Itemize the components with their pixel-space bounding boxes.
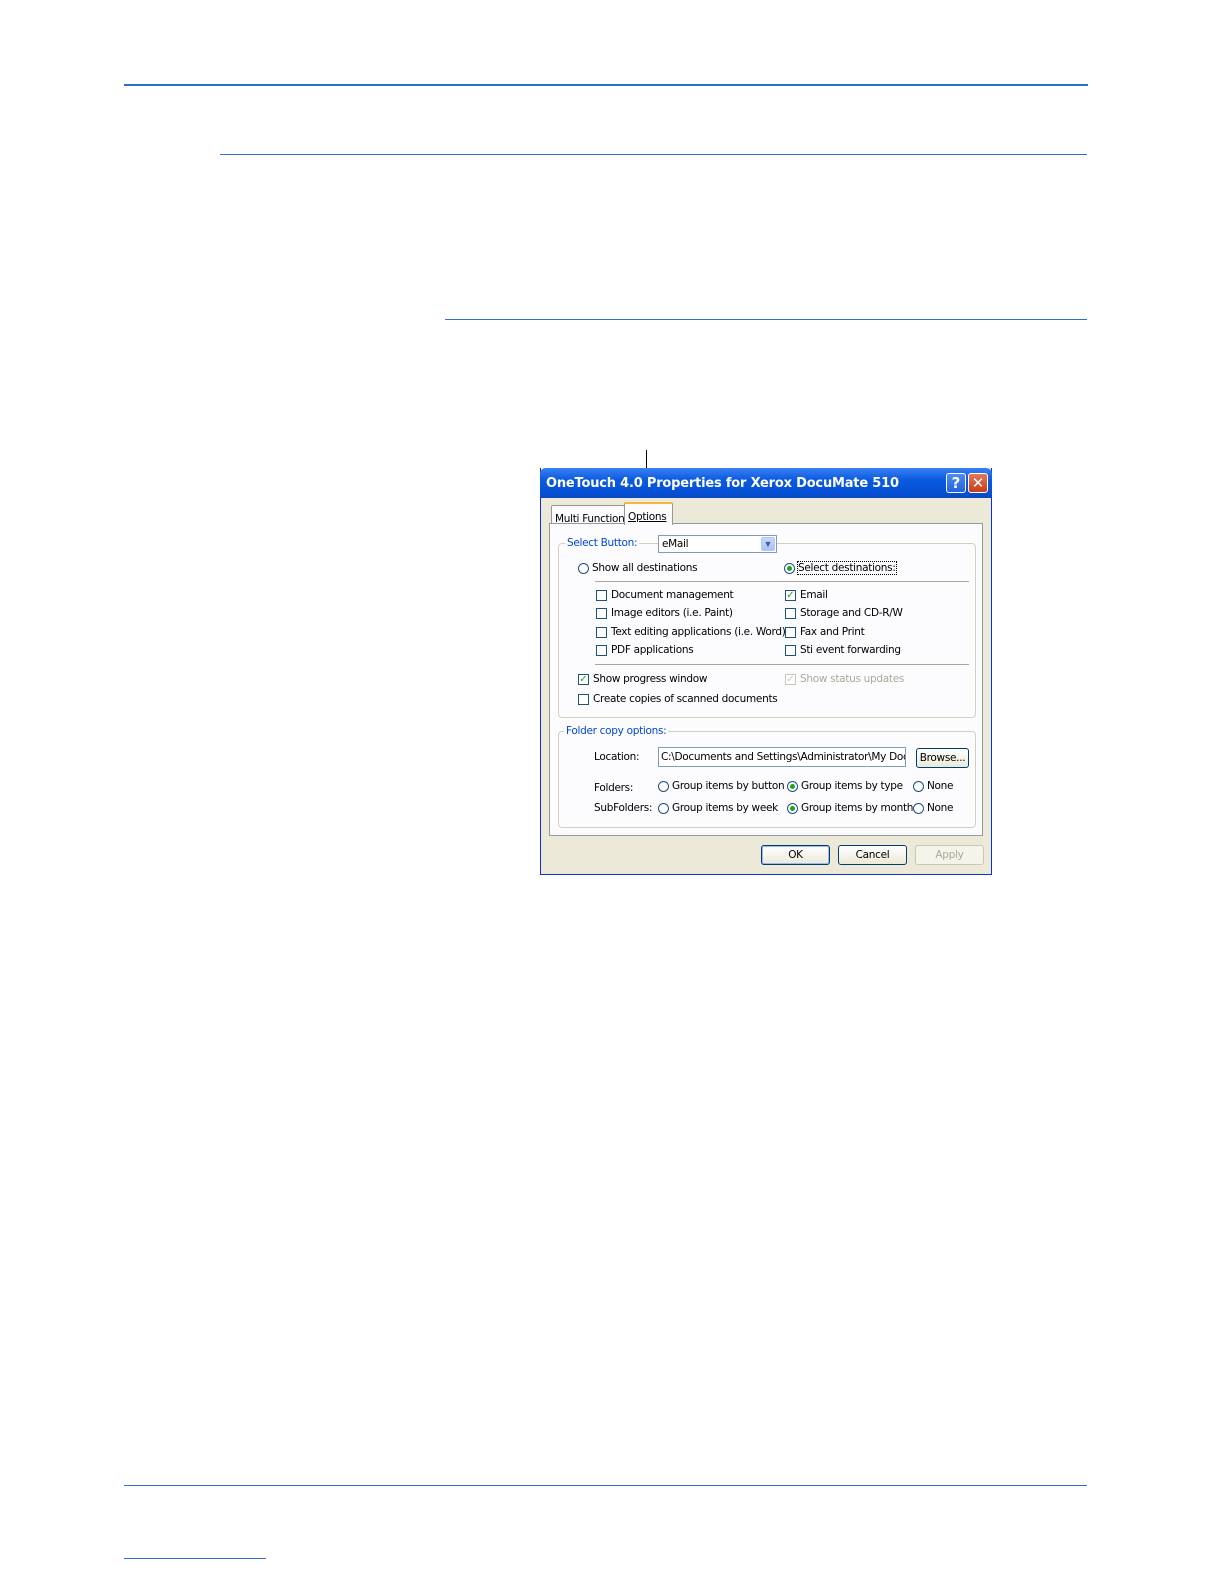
document-management-label[interactable]: Document management: [611, 589, 734, 601]
create-copies-label[interactable]: Create copies of scanned documents: [593, 693, 778, 705]
create-copies-checkbox[interactable]: [578, 694, 589, 705]
subfolders-by-month-radio[interactable]: [787, 803, 798, 814]
sti-forwarding-label[interactable]: Sti event forwarding: [800, 644, 901, 656]
properties-dialog: OneTouch 4.0 Properties for Xerox DocuMa…: [540, 468, 992, 875]
subfolders-none-label[interactable]: None: [927, 802, 954, 814]
subfolders-by-month-label[interactable]: Group items by month: [801, 802, 913, 814]
email-label[interactable]: Email: [800, 589, 828, 601]
chevron-down-icon[interactable]: ▼: [761, 537, 775, 551]
tab-options[interactable]: Options: [624, 502, 673, 525]
subfolders-by-week-label[interactable]: Group items by week: [672, 802, 778, 814]
pdf-applications-label[interactable]: PDF applications: [611, 644, 694, 656]
folders-none-label[interactable]: None: [927, 780, 954, 792]
sti-forwarding-checkbox[interactable]: [785, 645, 796, 656]
show-progress-checkbox[interactable]: ✓: [578, 674, 589, 685]
show-status-checkbox: ✓: [785, 674, 796, 685]
fax-print-checkbox[interactable]: [785, 627, 796, 638]
help-icon[interactable]: ?: [946, 473, 966, 493]
browse-button[interactable]: Browse...: [916, 748, 969, 768]
destinations-separator: [595, 581, 969, 582]
pdf-applications-checkbox[interactable]: [596, 645, 607, 656]
footer-rule: [124, 1485, 1087, 1486]
tab-label: Options: [628, 511, 667, 523]
show-all-destinations-label[interactable]: Show all destinations: [592, 562, 698, 574]
location-value: C:\Documents and Settings\Administrator\…: [661, 751, 905, 763]
storage-checkbox[interactable]: [785, 608, 796, 619]
tab-multi-function[interactable]: Multi Function: [551, 505, 625, 525]
select-button-value: eMail: [662, 538, 689, 550]
storage-label[interactable]: Storage and CD-R/W: [800, 607, 903, 619]
show-all-destinations-radio[interactable]: [578, 563, 589, 574]
dialog-title: OneTouch 4.0 Properties for Xerox DocuMa…: [546, 476, 899, 491]
ok-button[interactable]: OK: [761, 845, 830, 865]
show-progress-label[interactable]: Show progress window: [593, 673, 707, 685]
folders-label: Folders:: [594, 782, 634, 794]
text-editing-label[interactable]: Text editing applications (i.e. Word): [611, 626, 786, 638]
section-rule: [220, 154, 1087, 155]
cancel-button[interactable]: Cancel: [838, 845, 907, 865]
image-editors-label[interactable]: Image editors (i.e. Paint): [611, 607, 733, 619]
folder-copy-legend: Folder copy options:: [564, 725, 669, 737]
folders-by-button-label[interactable]: Group items by button: [672, 780, 785, 792]
location-input[interactable]: C:\Documents and Settings\Administrator\…: [658, 747, 906, 767]
show-status-label: Show status updates: [800, 673, 905, 685]
select-button-label: Select Button:: [565, 537, 640, 549]
location-label: Location:: [594, 751, 640, 763]
document-management-checkbox[interactable]: [596, 590, 607, 601]
subfolders-label: SubFolders:: [594, 802, 653, 814]
select-button-dropdown[interactable]: eMail ▼: [658, 535, 777, 553]
apply-button: Apply: [915, 845, 984, 865]
select-destinations-radio[interactable]: [784, 563, 795, 574]
cancel-button-label: Cancel: [855, 849, 890, 861]
folders-by-button-radio[interactable]: [658, 781, 669, 792]
subfolders-by-week-radio[interactable]: [658, 803, 669, 814]
ok-button-label: OK: [788, 849, 803, 861]
folders-none-radio[interactable]: [913, 781, 924, 792]
browse-button-label: Browse...: [919, 752, 966, 764]
apply-button-label: Apply: [935, 849, 964, 861]
folders-by-type-radio[interactable]: [787, 781, 798, 792]
fax-print-label[interactable]: Fax and Print: [800, 626, 865, 638]
close-icon[interactable]: ✕: [968, 473, 988, 493]
text-editing-checkbox[interactable]: [596, 627, 607, 638]
image-editors-checkbox[interactable]: [596, 608, 607, 619]
subsection-rule: [445, 319, 1087, 320]
options-separator: [595, 664, 969, 665]
subfolders-none-radio[interactable]: [913, 803, 924, 814]
select-destinations-label[interactable]: Select destinations:: [797, 561, 897, 575]
header-rule: [124, 84, 1088, 86]
title-bar[interactable]: OneTouch 4.0 Properties for Xerox DocuMa…: [540, 468, 992, 498]
folders-by-type-label[interactable]: Group items by type: [801, 780, 903, 792]
email-checkbox[interactable]: ✓: [785, 590, 796, 601]
footer-short-rule: [124, 1558, 266, 1559]
